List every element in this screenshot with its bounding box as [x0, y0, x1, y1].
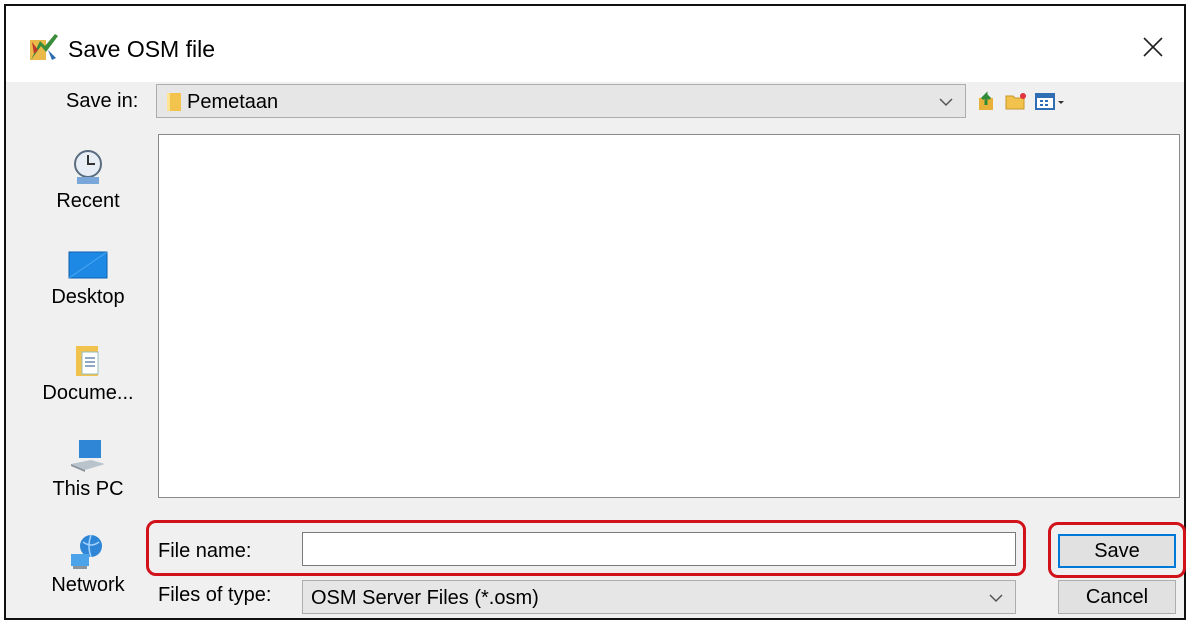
chevron-down-icon — [989, 594, 1003, 603]
place-this-pc[interactable]: This PC — [18, 424, 158, 516]
place-label: Desktop — [51, 286, 125, 308]
computer-icon — [71, 440, 105, 472]
file-type-value: OSM Server Files (*.osm) — [311, 587, 539, 609]
close-button[interactable] — [1136, 30, 1170, 64]
file-name-label: File name: — [158, 540, 252, 562]
network-globe-icon — [71, 534, 102, 569]
cancel-button[interactable]: Cancel — [1058, 580, 1176, 614]
save-in-label: Save in: — [66, 90, 139, 112]
window-title: Save OSM file — [68, 36, 215, 62]
title-bar: Save OSM file — [6, 6, 1184, 82]
place-label: Docume... — [42, 382, 134, 404]
place-label: Recent — [56, 190, 120, 212]
file-type-label: Files of type: — [158, 584, 272, 606]
recent-clock-icon — [74, 150, 102, 184]
save-in-dropdown[interactable]: Pemetaan — [156, 84, 966, 118]
place-documents[interactable]: Docume... — [18, 328, 158, 420]
new-folder-icon[interactable] — [1004, 90, 1028, 112]
up-one-level-icon[interactable] — [976, 90, 1000, 112]
place-label: This PC — [52, 478, 124, 500]
folder-icon — [167, 93, 181, 111]
file-list[interactable] — [158, 134, 1180, 498]
place-label: Network — [51, 574, 125, 596]
close-icon — [1143, 37, 1163, 57]
save-button[interactable]: Save — [1058, 534, 1176, 568]
save-in-value: Pemetaan — [187, 91, 279, 113]
save-dialog: Save OSM file Save in: Pemetaan Recent D… — [4, 4, 1186, 620]
josm-app-icon — [30, 34, 58, 60]
file-type-dropdown[interactable]: OSM Server Files (*.osm) — [302, 580, 1016, 614]
documents-icon — [76, 346, 99, 376]
file-name-input[interactable] — [302, 532, 1016, 566]
place-network[interactable]: Network — [18, 520, 158, 612]
desktop-icon — [68, 251, 108, 279]
chevron-down-icon — [939, 98, 953, 107]
place-desktop[interactable]: Desktop — [18, 232, 158, 324]
place-recent[interactable]: Recent — [18, 136, 158, 228]
view-menu-icon[interactable] — [1034, 90, 1066, 112]
